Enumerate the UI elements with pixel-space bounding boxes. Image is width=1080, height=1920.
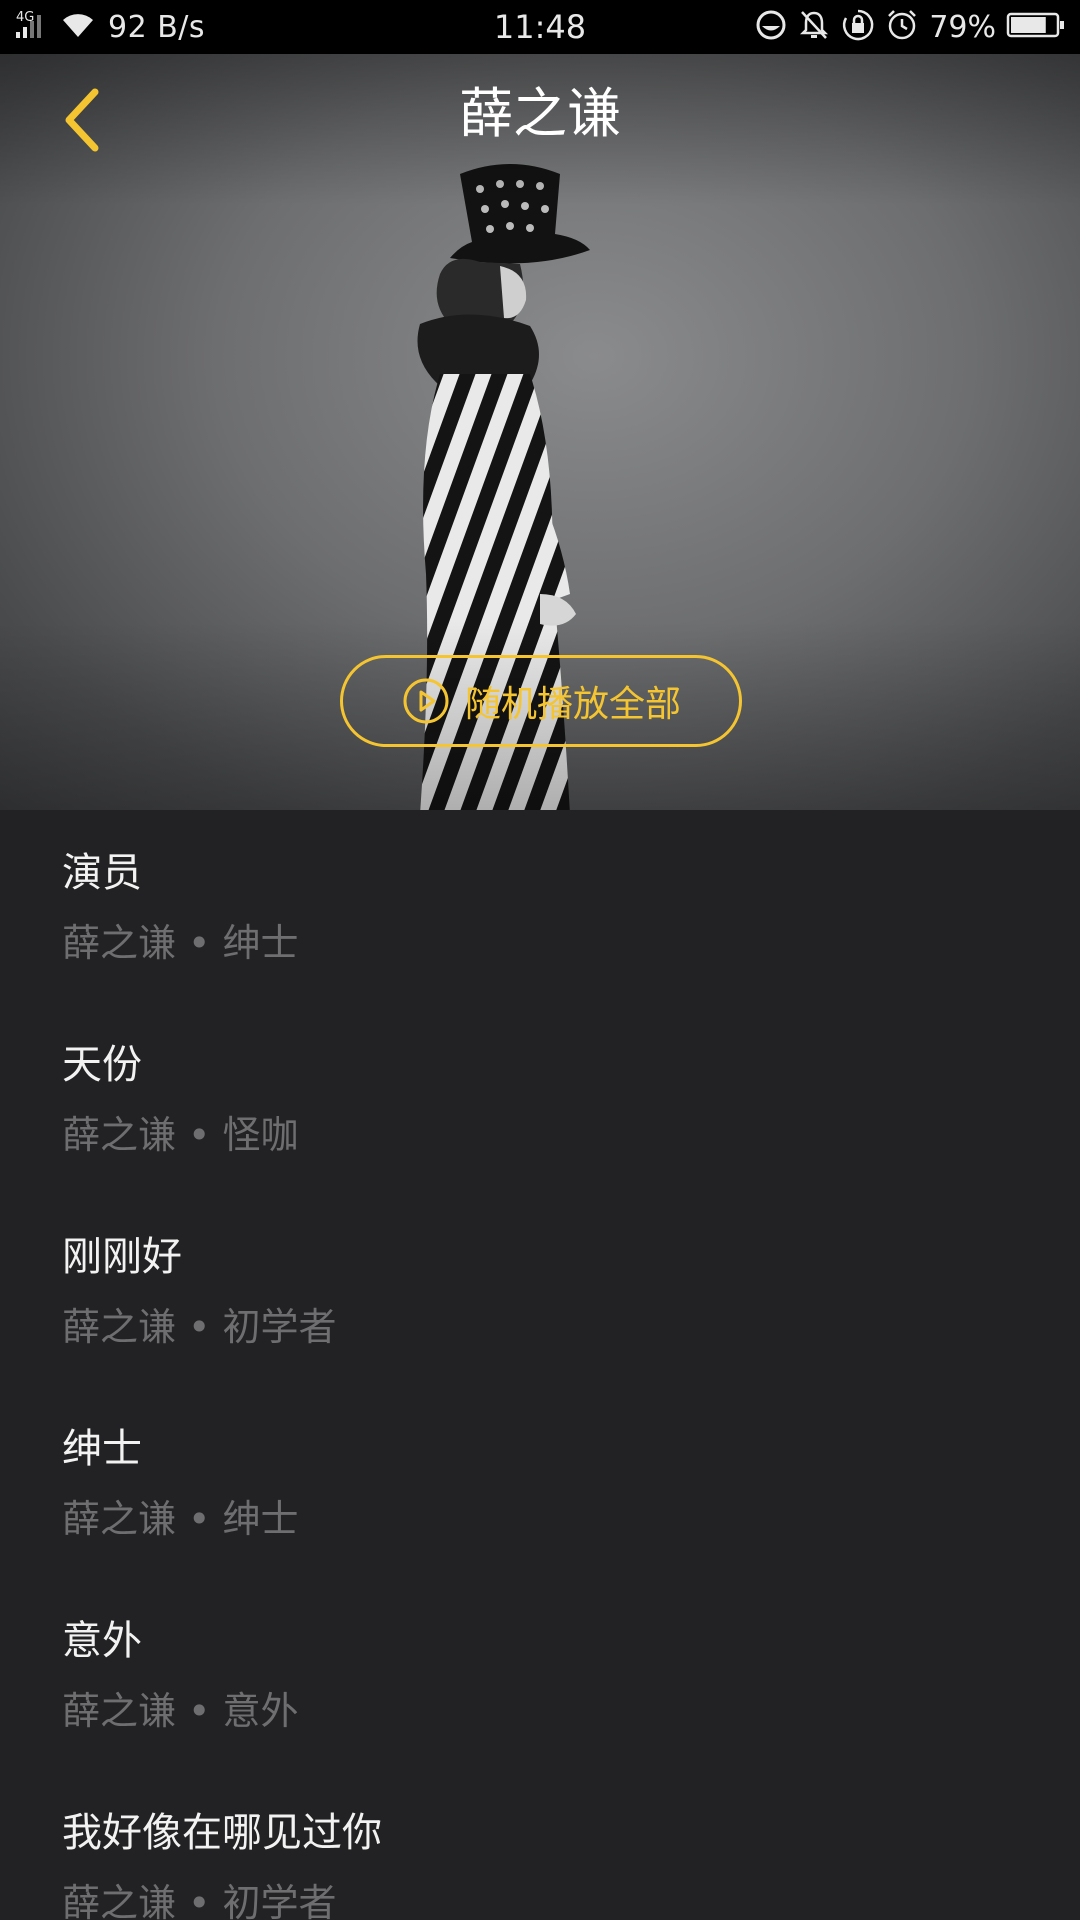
artist-banner: 薛之谦 随机播放全部: [0, 54, 1080, 810]
list-item[interactable]: 绅士 薛之谦 • 绅士: [0, 1386, 1080, 1578]
song-subtitle: 薛之谦 • 意外: [62, 1680, 298, 1735]
song-artist: 薛之谦: [62, 921, 177, 965]
song-artist: 薛之谦: [62, 1305, 177, 1349]
song-title: 绅士: [62, 1426, 142, 1472]
battery-percentage: 79%: [929, 9, 996, 45]
song-artist: 薛之谦: [62, 1497, 177, 1541]
chevron-left-icon: [65, 88, 99, 152]
song-subtitle: 薛之谦 • 绅士: [62, 1488, 298, 1543]
list-item[interactable]: 刚刚好 薛之谦 • 初学者: [0, 1194, 1080, 1386]
song-album: 意外: [222, 1689, 299, 1733]
song-artist: 薛之谦: [62, 1689, 177, 1733]
separator: •: [188, 1689, 211, 1733]
song-title: 我好像在哪见过你: [62, 1810, 382, 1856]
song-album: 绅士: [222, 921, 299, 965]
song-album: 怪咖: [222, 1113, 299, 1157]
song-album: 绅士: [222, 1497, 299, 1541]
separator: •: [188, 1113, 211, 1157]
list-item[interactable]: 演员 薛之谦 • 绅士: [0, 810, 1080, 1002]
list-item[interactable]: 意外 薛之谦 • 意外: [0, 1578, 1080, 1770]
screen: 4G 92 B/s 11:48 79% 薛之谦 随机播放全部 演员 薛之谦 • …: [0, 0, 1080, 1920]
play-circle-icon: [403, 678, 449, 724]
shuffle-play-all-button[interactable]: 随机播放全部: [340, 655, 742, 747]
list-item[interactable]: 我好像在哪见过你 薛之谦 • 初学者: [0, 1770, 1080, 1920]
alarm-icon: [885, 8, 919, 46]
separator: •: [188, 1881, 211, 1920]
muted-bell-icon: [797, 9, 831, 45]
page-title: 薛之谦: [459, 82, 621, 145]
separator: •: [188, 1305, 211, 1349]
message-icon: [755, 9, 787, 45]
song-subtitle: 薛之谦 • 怪咖: [62, 1104, 298, 1159]
status-bar-right: 79%: [755, 0, 1066, 54]
song-subtitle: 薛之谦 • 初学者: [62, 1296, 336, 1351]
list-item[interactable]: 天份 薛之谦 • 怪咖: [0, 1002, 1080, 1194]
song-album: 初学者: [222, 1881, 337, 1920]
song-artist: 薛之谦: [62, 1113, 177, 1157]
song-album: 初学者: [222, 1305, 337, 1349]
song-title: 刚刚好: [62, 1234, 182, 1280]
battery-icon: [1006, 11, 1066, 43]
separator: •: [188, 1497, 211, 1541]
song-list: 演员 薛之谦 • 绅士 天份 薛之谦 • 怪咖 刚刚好 薛之谦 • 初学者 绅士 薛之谦 • 绅…: [0, 810, 1080, 1920]
rotation-lock-icon: [841, 8, 875, 46]
separator: •: [188, 921, 211, 965]
back-button[interactable]: [50, 80, 114, 160]
song-subtitle: 薛之谦 • 绅士: [62, 912, 298, 967]
song-subtitle: 薛之谦 • 初学者: [62, 1872, 336, 1920]
song-title: 意外: [62, 1618, 142, 1664]
status-bar: 4G 92 B/s 11:48 79%: [0, 0, 1080, 54]
song-title: 演员: [62, 850, 142, 896]
song-title: 天份: [62, 1042, 142, 1088]
shuffle-label: 随机播放全部: [464, 684, 681, 725]
song-artist: 薛之谦: [62, 1881, 177, 1920]
